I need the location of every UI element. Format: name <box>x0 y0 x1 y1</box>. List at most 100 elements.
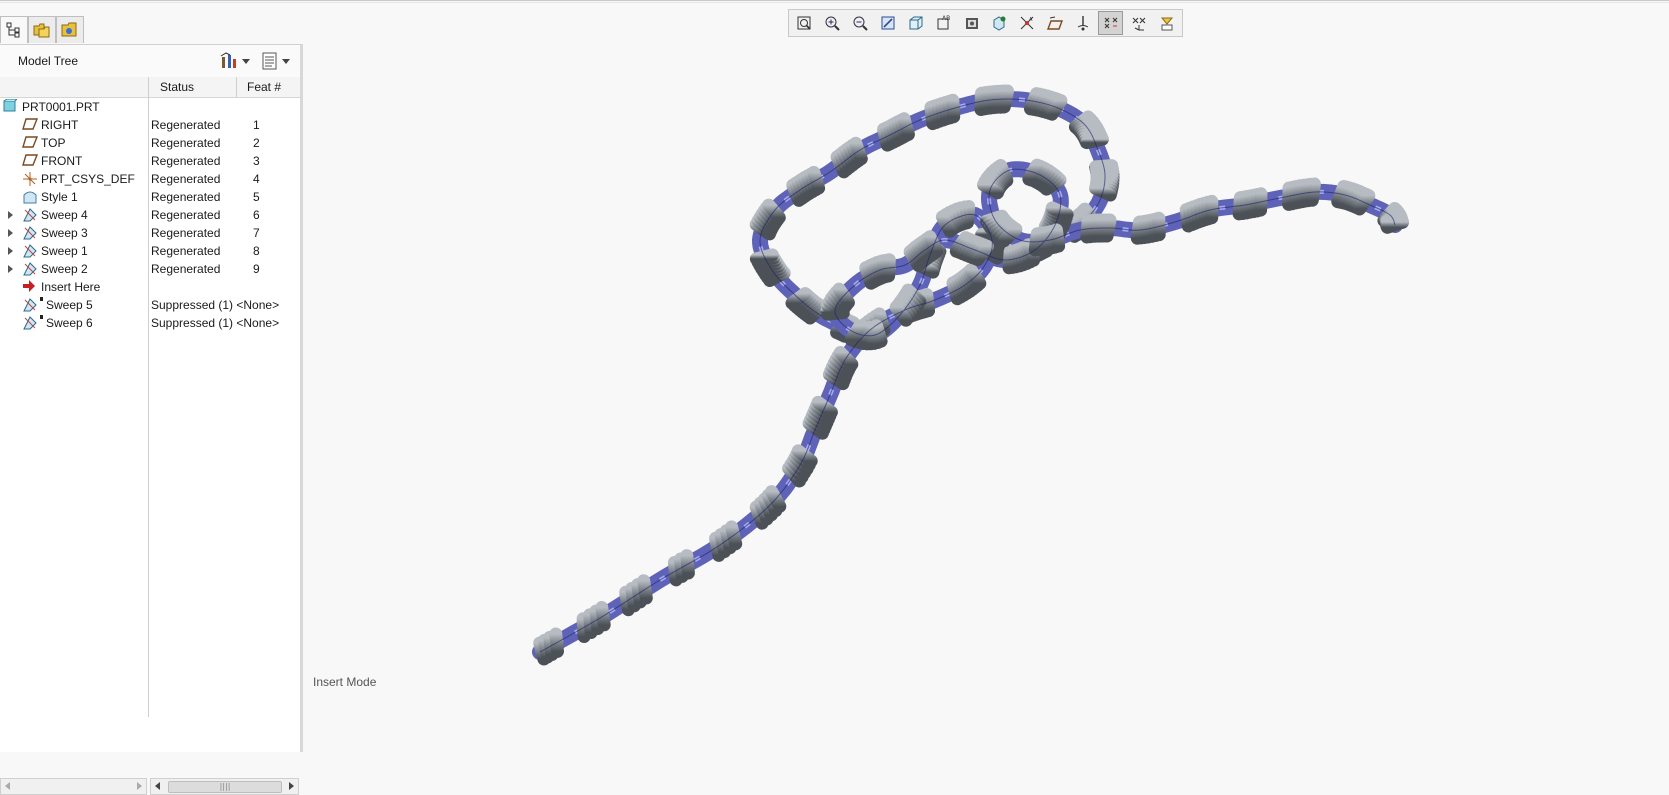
chevron-down-icon <box>242 59 250 64</box>
expand-arrow-icon[interactable] <box>8 229 13 237</box>
repaint-button[interactable] <box>876 11 901 35</box>
csys-display-icon <box>1130 14 1148 32</box>
feat-column-header[interactable]: Feat # <box>247 80 281 94</box>
tree-row[interactable]: PRT_CSYS_DEF Regenerated 4 <box>0 170 300 188</box>
tree-row[interactable]: Sweep 1 Regenerated 8 <box>0 242 300 260</box>
tree-row[interactable]: Style 1Regenerated5 <box>0 188 300 206</box>
tree-row-name: Sweep 3 <box>41 226 88 240</box>
tree-row-name: Style 1 <box>41 190 78 204</box>
tree-row-name: Insert Here <box>41 280 100 294</box>
tree-row-name: Sweep 4 <box>41 208 88 222</box>
tree-row-feat-number: 9 <box>253 262 260 276</box>
datum-plane-icon <box>22 117 38 133</box>
model-tree-rows: PRT0001.PRTRIGHTRegenerated1TOPRegenerat… <box>0 98 300 332</box>
svg-text:A: A <box>1029 17 1033 23</box>
tree-row-status: Suppressed (1) <None> <box>151 316 279 330</box>
tree-row[interactable]: Sweep 4Regenerated6 <box>0 206 300 224</box>
tree-row[interactable]: TOPRegenerated2 <box>0 134 300 152</box>
tree-row[interactable]: Sweep 5Suppressed (1) <None> <box>0 296 300 314</box>
datum-axis-display-icon <box>1074 14 1092 32</box>
spin-center-button[interactable]: A <box>1015 11 1040 35</box>
suppressed-flag-icon <box>40 315 43 319</box>
expand-arrow-icon[interactable] <box>8 265 13 273</box>
sweep-icon <box>22 315 38 331</box>
view-manager-icon <box>990 14 1008 32</box>
tree-row-feat-number: 8 <box>253 244 260 258</box>
orient-button[interactable] <box>1154 11 1179 35</box>
tree-row-status: Regenerated <box>151 244 220 258</box>
insert-mode-label: Insert Mode <box>313 675 376 689</box>
tree-row-status: Regenerated <box>151 208 220 222</box>
graphics-viewport[interactable] <box>303 44 1669 763</box>
tree-row[interactable]: PRT0001.PRT <box>0 98 300 116</box>
tree-settings-icon <box>220 52 238 70</box>
tree-row-status: Regenerated <box>151 172 220 186</box>
scroll-right-icon[interactable] <box>289 782 294 790</box>
tree-row-name: Sweep 2 <box>41 262 88 276</box>
tree-row-name: PRT_CSYS_DEF <box>41 172 135 186</box>
scroll-right-icon[interactable] <box>137 782 142 790</box>
sweep-icon <box>22 297 38 313</box>
datum-axis-display-button[interactable] <box>1071 11 1096 35</box>
datum-plane-icon <box>22 135 38 151</box>
tree-row-name: Sweep 5 <box>46 298 93 312</box>
zoom-out-icon <box>851 14 869 32</box>
favorites-tab[interactable] <box>56 16 84 43</box>
zoom-out-button[interactable] <box>848 11 873 35</box>
name-column-scrollbar[interactable] <box>0 778 147 795</box>
tree-row[interactable]: Sweep 2Regenerated9 <box>0 260 300 278</box>
expand-arrow-icon[interactable] <box>8 211 13 219</box>
rope-model[interactable] <box>540 91 1403 659</box>
navigator-tabs <box>0 12 300 44</box>
model-tree-title: Model Tree <box>18 54 78 68</box>
zoom-in-button[interactable] <box>820 11 845 35</box>
repaint-icon <box>879 14 897 32</box>
tree-row[interactable]: RIGHTRegenerated1 <box>0 116 300 134</box>
suppressed-flag-icon <box>40 297 43 301</box>
annotation-display-icon: AB <box>935 14 953 32</box>
model-tree-icon <box>6 22 22 38</box>
tree-row[interactable]: Sweep 6 Suppressed (1) <None> <box>0 314 300 332</box>
tree-row[interactable]: Sweep 3Regenerated7 <box>0 224 300 242</box>
annotation-display-button[interactable]: AB <box>931 11 956 35</box>
expand-arrow-icon[interactable] <box>8 247 13 255</box>
scroll-left-icon[interactable] <box>155 782 160 790</box>
tree-settings-button[interactable] <box>220 51 250 71</box>
part-icon <box>3 99 19 115</box>
folder-browser-icon <box>33 22 51 38</box>
sweep-icon <box>22 225 38 241</box>
tree-row-name: FRONT <box>41 154 82 168</box>
graphics-toolbar: AB A <box>788 9 1183 37</box>
view-manager-button[interactable] <box>987 11 1012 35</box>
tree-row-name: Sweep 6 <box>46 316 93 330</box>
tree-row[interactable]: Insert Here <box>0 278 300 296</box>
point-display-button[interactable] <box>1098 11 1123 35</box>
favorites-icon <box>61 22 79 38</box>
column-divider[interactable] <box>236 77 237 97</box>
saved-views-button[interactable] <box>959 11 984 35</box>
orient-icon <box>1158 14 1176 32</box>
show-menu-button[interactable] <box>262 51 290 71</box>
status-column-header[interactable]: Status <box>160 80 194 94</box>
datum-plane-display-button[interactable] <box>1043 11 1068 35</box>
tree-row-feat-number: 5 <box>253 190 260 204</box>
scroll-left-icon[interactable] <box>5 782 10 790</box>
tree-row-feat-number: 4 <box>253 172 260 186</box>
saved-views-icon <box>963 14 981 32</box>
tree-row-name: Sweep 1 <box>41 244 88 258</box>
scrollbar-thumb[interactable]: |||| <box>168 781 282 793</box>
tree-row[interactable]: FRONTRegenerated3 <box>0 152 300 170</box>
zoom-in-icon <box>823 14 841 32</box>
tree-column-headers: Status Feat # <box>0 77 300 98</box>
status-column-scrollbar[interactable]: |||| <box>150 778 299 795</box>
shading-button[interactable] <box>903 11 928 35</box>
model-tree-tab[interactable] <box>0 16 28 43</box>
folder-browser-tab[interactable] <box>28 16 56 43</box>
svg-text:AB: AB <box>942 15 950 22</box>
csys-display-button[interactable] <box>1126 11 1151 35</box>
refit-icon <box>795 14 813 32</box>
model-tree-panel: Model Tree Status Feat # PRT0001.PRTRIGH… <box>0 44 303 752</box>
datum-plane-icon <box>22 153 38 169</box>
refit-button[interactable] <box>792 11 817 35</box>
show-list-icon <box>262 52 278 70</box>
